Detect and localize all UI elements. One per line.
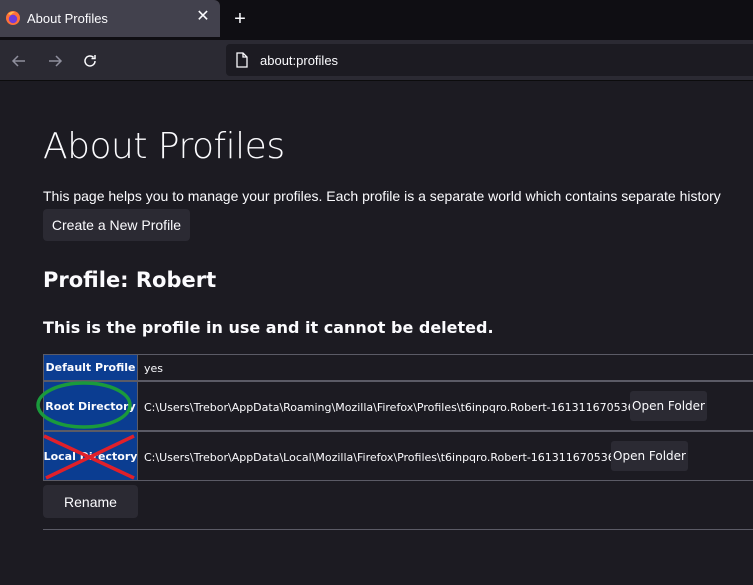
row-value-root-directory: C:\Users\Trebor\AppData\Roaming\Mozilla\… bbox=[144, 401, 642, 414]
row-value-default-profile: yes bbox=[144, 362, 164, 375]
url-text[interactable]: about:profiles bbox=[260, 53, 338, 68]
reload-icon[interactable] bbox=[80, 51, 100, 71]
row-label-local-directory: Local Directory bbox=[44, 432, 138, 480]
back-arrow-icon[interactable] bbox=[9, 51, 29, 71]
row-value-local-directory: C:\Users\Trebor\AppData\Local\Mozilla\Fi… bbox=[144, 451, 622, 464]
navigation-toolbar: about:profiles bbox=[0, 40, 753, 81]
create-profile-button[interactable]: Create a New Profile bbox=[43, 209, 190, 241]
forward-arrow-icon[interactable] bbox=[45, 51, 65, 71]
table-row: Local Directory C:\Users\Trebor\AppData\… bbox=[43, 431, 753, 481]
table-row: Default Profile yes bbox=[43, 354, 753, 381]
page-title: About Profiles bbox=[43, 126, 285, 167]
page-content: About Profiles This page helps you to ma… bbox=[0, 82, 753, 585]
tab-strip: About Profiles ✕ + bbox=[0, 0, 753, 40]
intro-text: This page helps you to manage your profi… bbox=[43, 188, 721, 204]
firefox-icon bbox=[5, 10, 21, 26]
tab-title: About Profiles bbox=[27, 11, 108, 26]
in-use-notice: This is the profile in use and it cannot… bbox=[43, 318, 494, 337]
tab-about-profiles[interactable]: About Profiles ✕ bbox=[0, 0, 220, 37]
table-row: Root Directory C:\Users\Trebor\AppData\R… bbox=[43, 381, 753, 431]
close-icon[interactable]: ✕ bbox=[195, 9, 211, 25]
divider bbox=[43, 529, 753, 530]
page-icon bbox=[235, 52, 249, 68]
profile-heading: Profile: Robert bbox=[43, 268, 217, 292]
open-folder-button-root[interactable]: Open Folder bbox=[630, 391, 707, 421]
new-tab-button[interactable]: + bbox=[230, 9, 250, 29]
row-label-root-directory: Root Directory bbox=[44, 382, 138, 430]
rename-button[interactable]: Rename bbox=[43, 485, 138, 518]
url-bar[interactable]: about:profiles bbox=[226, 44, 753, 76]
row-label-default-profile: Default Profile bbox=[44, 355, 138, 380]
open-folder-button-local[interactable]: Open Folder bbox=[611, 441, 688, 471]
